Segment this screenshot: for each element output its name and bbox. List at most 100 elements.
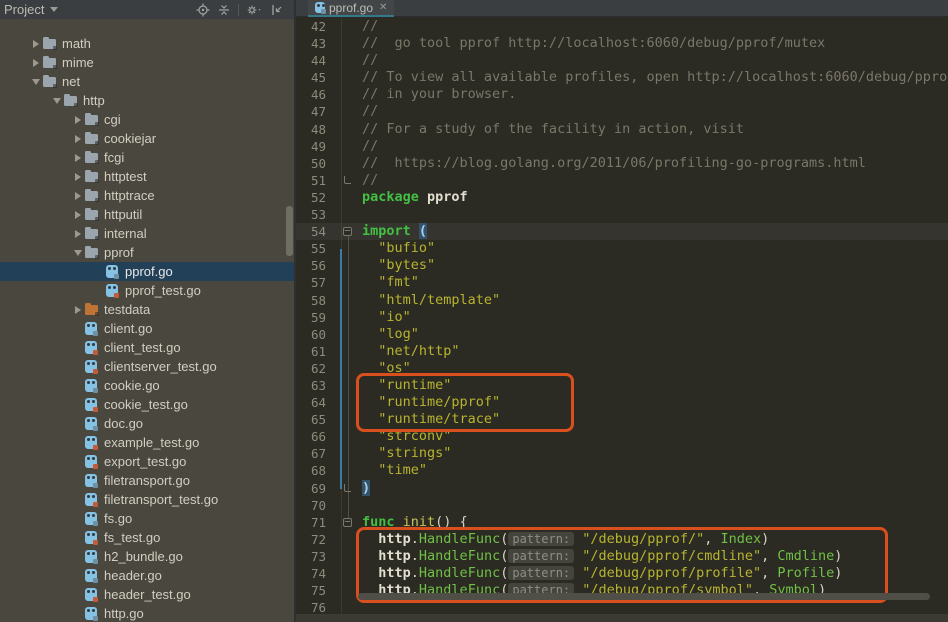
chevron-right-icon[interactable] (75, 230, 81, 238)
code-line-48[interactable]: 48// For a study of the facility in acti… (296, 121, 948, 138)
hide-panel-icon[interactable] (270, 3, 284, 17)
tree-item-testdata[interactable]: testdata (0, 300, 294, 319)
code-line-64[interactable]: 64 "runtime/pprof" (296, 394, 948, 411)
go-file-icon (85, 341, 97, 354)
code-editor[interactable]: 42//43// go tool pprof http://localhost:… (296, 18, 948, 622)
code-line-61[interactable]: 61 "net/http" (296, 343, 948, 360)
tree-item-pprof-test-go[interactable]: pprof_test.go (0, 281, 294, 300)
tree-item-httputil[interactable]: httputil (0, 205, 294, 224)
code-line-54[interactable]: 54–import ( (296, 223, 948, 240)
code-line-50[interactable]: 50// https://blog.golang.org/2011/06/pro… (296, 155, 948, 172)
tree-item-example-test-go[interactable]: example_test.go (0, 433, 294, 452)
tree-item-cookie-go[interactable]: cookie.go (0, 376, 294, 395)
tree-item-export-test-go[interactable]: export_test.go (0, 452, 294, 471)
code-line-68[interactable]: 68 "time" (296, 462, 948, 479)
code-line-73[interactable]: 73 http.HandleFunc(pattern: "/debug/ppro… (296, 548, 948, 565)
chevron-right-icon[interactable] (75, 116, 81, 124)
tree-item-doc-go[interactable]: doc.go (0, 414, 294, 433)
parameter-hint: pattern: (508, 549, 574, 563)
tree-item-fs-test-go[interactable]: fs_test.go (0, 528, 294, 547)
chevron-down-icon[interactable] (74, 250, 82, 256)
tree-item-client-go[interactable]: client.go (0, 319, 294, 338)
tree-item-filetransport-go[interactable]: filetransport.go (0, 471, 294, 490)
tree-item-cookiejar[interactable]: cookiejar (0, 129, 294, 148)
folder-icon (85, 115, 98, 125)
code-line-63[interactable]: 63 "runtime" (296, 377, 948, 394)
code-line-69[interactable]: 69) (296, 480, 948, 497)
project-tool-window-selector[interactable]: Project (4, 2, 58, 17)
tree-item-label: filetransport.go (104, 473, 190, 488)
code-line-53[interactable]: 53 (296, 206, 948, 223)
code-line-60[interactable]: 60 "log" (296, 326, 948, 343)
code-line-55[interactable]: 55 "bufio" (296, 240, 948, 257)
code-line-56[interactable]: 56 "bytes" (296, 257, 948, 274)
chevron-right-icon[interactable] (33, 59, 39, 67)
tree-item-math[interactable]: math (0, 34, 294, 53)
code-line-52[interactable]: 52package pprof (296, 189, 948, 206)
tree-item-internal[interactable]: internal (0, 224, 294, 243)
code-line-57[interactable]: 57 "fmt" (296, 274, 948, 291)
chevron-down-icon[interactable] (53, 98, 61, 104)
locate-icon[interactable] (196, 3, 210, 17)
fold-marker-icon[interactable]: – (343, 227, 352, 236)
chevron-down-icon[interactable] (32, 79, 40, 85)
chevron-right-icon[interactable] (75, 135, 81, 143)
tree-item-clientserver-test-go[interactable]: clientserver_test.go (0, 357, 294, 376)
code-line-70[interactable]: 70 (296, 497, 948, 514)
tree-item-net[interactable]: net (0, 72, 294, 91)
tree-item-h2-bundle-go[interactable]: h2_bundle.go (0, 547, 294, 566)
ide-window: Project (0, 0, 948, 622)
fold-marker-icon[interactable] (344, 176, 351, 184)
tree-item-pprof-go[interactable]: pprof.go (0, 262, 294, 281)
tree-item-filetransport-test-go[interactable]: filetransport_test.go (0, 490, 294, 509)
code-line-59[interactable]: 59 "io" (296, 309, 948, 326)
tree-item-httptest[interactable]: httptest (0, 167, 294, 186)
tab-pprof-go[interactable]: pprof.go ✕ (308, 0, 394, 17)
chevron-right-icon[interactable] (75, 154, 81, 162)
chevron-right-icon[interactable] (75, 192, 81, 200)
chevron-right-icon[interactable] (33, 40, 39, 48)
tree-item-header-test-go[interactable]: header_test.go (0, 585, 294, 604)
code-line-49[interactable]: 49// (296, 138, 948, 155)
code-line-44[interactable]: 44// (296, 52, 948, 69)
fold-marker-icon[interactable] (344, 484, 351, 492)
tree-item-fcgi[interactable]: fcgi (0, 148, 294, 167)
tree-item-http-go[interactable]: http.go (0, 604, 294, 622)
code-line-45[interactable]: 45// To view all available profiles, ope… (296, 69, 948, 86)
tab-close-icon[interactable]: ✕ (379, 2, 387, 13)
settings-gear-icon[interactable] (246, 3, 263, 17)
code-line-43[interactable]: 43// go tool pprof http://localhost:6060… (296, 35, 948, 52)
tree-item-cookie-test-go[interactable]: cookie_test.go (0, 395, 294, 414)
horizontal-scrollbar[interactable] (358, 593, 930, 600)
tree-item-fs-go[interactable]: fs.go (0, 509, 294, 528)
tree-item-httptrace[interactable]: httptrace (0, 186, 294, 205)
tree-item-client-test-go[interactable]: client_test.go (0, 338, 294, 357)
code-line-47[interactable]: 47// (296, 103, 948, 120)
chevron-right-icon[interactable] (75, 306, 81, 314)
project-tree-scrollbar[interactable] (286, 206, 293, 256)
code-line-62[interactable]: 62 "os" (296, 360, 948, 377)
collapse-all-icon[interactable] (217, 3, 231, 17)
code-line-51[interactable]: 51// (296, 172, 948, 189)
code-line-72[interactable]: 72 http.HandleFunc(pattern: "/debug/ppro… (296, 531, 948, 548)
fold-marker-icon[interactable]: – (343, 518, 352, 527)
tree-item-mime[interactable]: mime (0, 53, 294, 72)
code-line-71[interactable]: 71–func init() { (296, 514, 948, 531)
code-line-66[interactable]: 66 "strconv" (296, 428, 948, 445)
tree-item-cgi[interactable]: cgi (0, 110, 294, 129)
tree-item-pprof[interactable]: pprof (0, 243, 294, 262)
code-line-42[interactable]: 42// (296, 18, 948, 35)
chevron-right-icon[interactable] (75, 211, 81, 219)
code-text: http.HandleFunc(pattern: "/debug/pprof/c… (356, 548, 842, 565)
code-line-67[interactable]: 67 "strings" (296, 445, 948, 462)
code-line-65[interactable]: 65 "runtime/trace" (296, 411, 948, 428)
go-file-icon (85, 398, 97, 411)
code-line-46[interactable]: 46// in your browser. (296, 86, 948, 103)
tree-item-http[interactable]: http (0, 91, 294, 110)
tree-item-header-go[interactable]: header.go (0, 566, 294, 585)
code-line-74[interactable]: 74 http.HandleFunc(pattern: "/debug/ppro… (296, 565, 948, 582)
code-line-58[interactable]: 58 "html/template" (296, 292, 948, 309)
tree-item-label: cookie.go (104, 378, 160, 393)
chevron-right-icon[interactable] (75, 173, 81, 181)
go-file-icon (85, 493, 97, 506)
